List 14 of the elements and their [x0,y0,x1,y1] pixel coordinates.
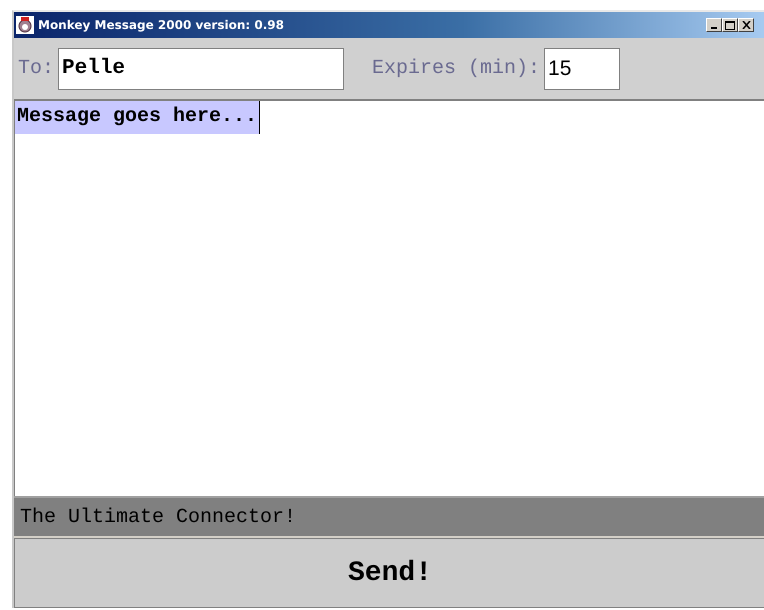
maximize-button[interactable] [722,18,738,32]
close-button[interactable] [738,18,754,32]
status-bar: The Ultimate Connector! [14,496,764,536]
expires-field[interactable]: 15 [544,48,620,90]
maximize-icon [725,20,735,30]
message-text: Message goes here... [15,101,260,134]
to-label: To: [18,57,54,80]
close-icon [742,21,750,29]
expires-label: Expires (min): [372,57,540,80]
window-title: Monkey Message 2000 version: 0.98 [38,18,285,32]
minimize-button[interactable] [706,18,722,32]
send-button[interactable]: Send! [14,538,764,608]
to-field[interactable]: Pelle [58,48,344,90]
message-area[interactable]: Message goes here... [14,101,764,496]
